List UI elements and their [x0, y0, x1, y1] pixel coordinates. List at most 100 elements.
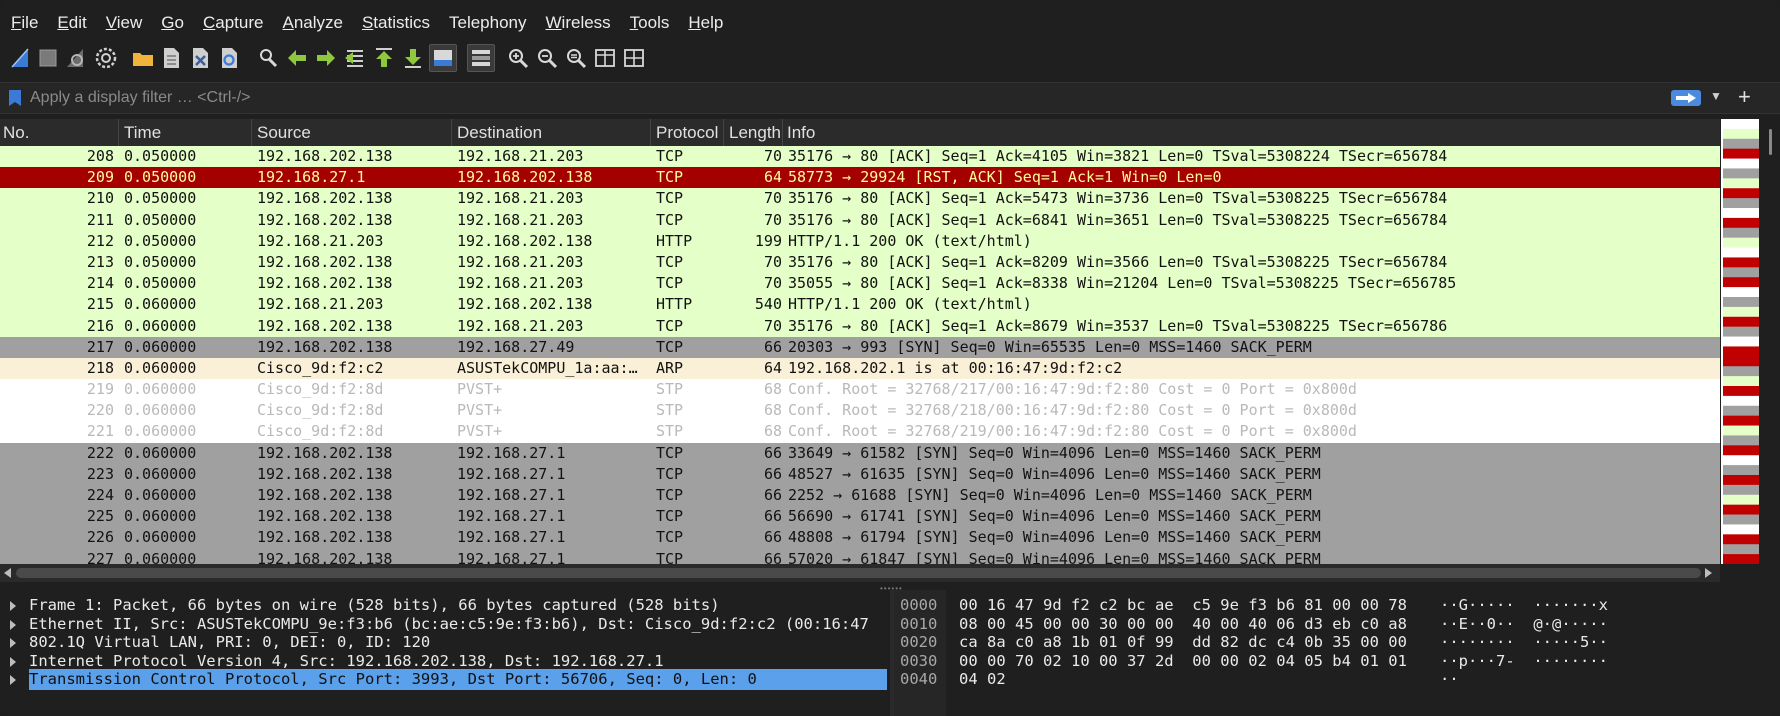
capture-options-gear-icon[interactable] — [93, 45, 119, 71]
menu-statistics[interactable]: Statistics — [351, 13, 438, 33]
table-row[interactable]: 215 0.060000 192.168.21.203 192.168.202.138… — [0, 294, 1720, 316]
pane-splitter[interactable]: •••••• — [0, 582, 1780, 593]
column-header-protocol[interactable]: Protocol — [656, 123, 718, 143]
colorize-icon[interactable] — [467, 44, 495, 72]
apply-filter-arrow-icon[interactable] — [1671, 90, 1701, 106]
menu-go[interactable]: Go — [150, 13, 192, 33]
find-packet-icon[interactable] — [255, 45, 281, 71]
filter-history-chevron-down-icon[interactable]: ▼ — [1710, 89, 1722, 103]
menu-wireless[interactable]: Wireless — [535, 13, 619, 33]
filter-bookmark-icon[interactable] — [9, 90, 21, 106]
layout-panes-icon[interactable] — [621, 45, 647, 71]
column-header-destination[interactable]: Destination — [457, 123, 542, 143]
packet-dst-cell: PVST+ — [457, 401, 503, 420]
menu-tools[interactable]: Tools — [619, 13, 678, 33]
column-header-source[interactable]: Source — [257, 123, 311, 143]
table-row[interactable]: 224 0.060000 192.168.202.138 192.168.27.1 TC… — [0, 485, 1720, 507]
wireshark-window: File Edit View Go Capture Analyze Statistics Te… — [0, 0, 1780, 716]
expand-arrow-icon[interactable] — [10, 601, 16, 611]
scroll-right-arrow-icon[interactable] — [1705, 568, 1712, 578]
table-row[interactable]: 221 0.060000 Cisco_9d:f2:8d PVST+ STP 68 Conf.… — [0, 421, 1720, 443]
packet-info-cell: 192.168.202.1 is at 00:16:47:9d:f2:c2 — [788, 358, 1123, 377]
byte-hex-row[interactable]: 00 00 70 02 10 00 37 2d 00 00 02 04 05 b… — [959, 651, 1407, 672]
table-row[interactable]: 219 0.060000 Cisco_9d:f2:8d PVST+ STP 68 Conf.… — [0, 379, 1720, 401]
minimap-band — [1723, 178, 1759, 189]
shark-fin-start-icon[interactable] — [8, 45, 34, 71]
table-row[interactable]: 214 0.050000 192.168.202.138 192.168.21.203… — [0, 273, 1720, 295]
table-row[interactable]: 217 0.060000 192.168.202.138 192.168.27.49 T… — [0, 336, 1720, 358]
table-row[interactable]: 223 0.060000 192.168.202.138 192.168.27.1 TC… — [0, 463, 1720, 485]
table-row[interactable]: 212 0.050000 192.168.21.203 192.168.202.138… — [0, 230, 1720, 252]
expand-arrow-icon[interactable] — [10, 638, 16, 648]
open-folder-icon[interactable] — [130, 45, 156, 71]
table-row[interactable]: 226 0.060000 192.168.202.138 192.168.27.1 TC… — [0, 527, 1720, 549]
scroll-thumb[interactable] — [16, 568, 1701, 578]
minimap-band — [1723, 217, 1759, 229]
table-row[interactable]: 208 0.050000 192.168.202.138 192.168.21.203… — [0, 146, 1720, 168]
stop-square-icon[interactable] — [35, 45, 61, 71]
packet-minimap[interactable] — [1721, 119, 1759, 564]
table-row[interactable]: 209 0.050000 192.168.27.1 192.168.202.138 TC… — [0, 167, 1720, 189]
auto-scroll-icon[interactable] — [429, 44, 457, 72]
detail-tree-row[interactable]: Transmission Control Protocol, Src Port:… — [0, 669, 890, 690]
close-file-icon[interactable] — [187, 45, 213, 71]
menu-view[interactable]: View — [95, 13, 151, 33]
packet-dst-cell: 192.168.27.1 — [457, 528, 566, 547]
packet-len-cell: 66 — [763, 507, 782, 526]
table-row[interactable]: 222 0.060000 192.168.202.138 192.168.27.1 TC… — [0, 442, 1720, 464]
packet-dst-cell: ASUSTekCOMPU_1a:aa:… — [457, 358, 638, 377]
packet-dst-cell: 192.168.21.203 — [457, 210, 584, 229]
go-last-packet-icon[interactable] — [400, 45, 426, 71]
menu-capture[interactable]: Capture — [192, 13, 271, 33]
save-file-icon[interactable] — [158, 45, 184, 71]
menu-help[interactable]: Help — [677, 13, 731, 33]
packet-time-cell: 0.050000 — [124, 274, 197, 293]
display-filter-input[interactable] — [28, 85, 1672, 111]
column-header-info[interactable]: Info — [787, 123, 815, 143]
resize-columns-icon[interactable] — [592, 45, 618, 71]
scroll-left-arrow-icon[interactable] — [4, 568, 11, 578]
packet-len-cell: 68 — [763, 422, 782, 441]
byte-ascii-row[interactable]: ·· — [1440, 669, 1459, 690]
table-row[interactable]: 227 0.060000 192.168.202.138 192.168.27.1 TC… — [0, 548, 1720, 564]
menu-edit[interactable]: Edit — [46, 13, 94, 33]
menu-file[interactable]: File — [0, 13, 46, 33]
menu-analyze[interactable]: Analyze — [271, 13, 350, 33]
minimap-band — [1723, 514, 1759, 525]
packet-list-horizontal-scrollbar[interactable] — [0, 564, 1720, 582]
go-to-packet-icon[interactable] — [342, 45, 368, 71]
packet-dst-cell: PVST+ — [457, 422, 503, 441]
expand-arrow-icon[interactable] — [10, 619, 16, 630]
add-filter-button-plus-icon[interactable]: + — [1738, 84, 1751, 110]
go-back-arrow-icon[interactable] — [284, 45, 310, 71]
go-first-packet-icon[interactable] — [371, 45, 397, 71]
restart-fin-icon[interactable] — [63, 45, 89, 71]
menu-telephony[interactable]: Telephony — [438, 13, 535, 33]
zoom-reset-icon[interactable] — [563, 45, 589, 71]
column-header-no[interactable]: No. — [3, 123, 29, 143]
expand-arrow-icon[interactable] — [10, 675, 16, 685]
packet-proto-cell: STP — [656, 401, 684, 420]
byte-ascii-row[interactable]: ··p···7- ········ — [1440, 651, 1608, 672]
go-forward-arrow-icon[interactable] — [313, 45, 339, 71]
table-row[interactable]: 216 0.060000 192.168.202.138 192.168.21.203… — [0, 315, 1720, 337]
table-row[interactable]: 211 0.050000 192.168.202.138 192.168.21.203… — [0, 209, 1720, 231]
table-row[interactable]: 220 0.060000 Cisco_9d:f2:8d PVST+ STP 68 Conf.… — [0, 400, 1720, 422]
table-row[interactable]: 210 0.050000 192.168.202.138 192.168.21.203… — [0, 188, 1720, 210]
table-row[interactable]: 213 0.050000 192.168.202.138 192.168.21.203… — [0, 251, 1720, 274]
table-row[interactable]: 225 0.060000 192.168.202.138 192.168.27.1 TC… — [0, 506, 1720, 528]
packet-proto-cell: TCP — [656, 189, 684, 208]
packet-no-cell: 211 — [86, 210, 114, 229]
packet-time-cell: 0.060000 — [124, 401, 197, 420]
zoom-in-icon[interactable] — [505, 45, 531, 71]
column-header-time[interactable]: Time — [124, 123, 161, 143]
packet-dst-cell: 192.168.21.203 — [457, 252, 584, 271]
reload-file-icon[interactable] — [216, 45, 242, 71]
byte-hex-row[interactable]: 04 02 — [959, 669, 1006, 690]
zoom-out-icon[interactable] — [534, 45, 560, 71]
expand-arrow-icon[interactable] — [10, 656, 16, 667]
column-header-length[interactable]: Length — [729, 123, 781, 143]
table-row[interactable]: 218 0.060000 Cisco_9d:f2:c2 ASUSTekCOMPU_1a… — [0, 357, 1720, 380]
packet-dst-cell: 192.168.202.138 — [457, 295, 593, 314]
packet-list-vertical-scrollbar[interactable] — [1762, 119, 1780, 564]
